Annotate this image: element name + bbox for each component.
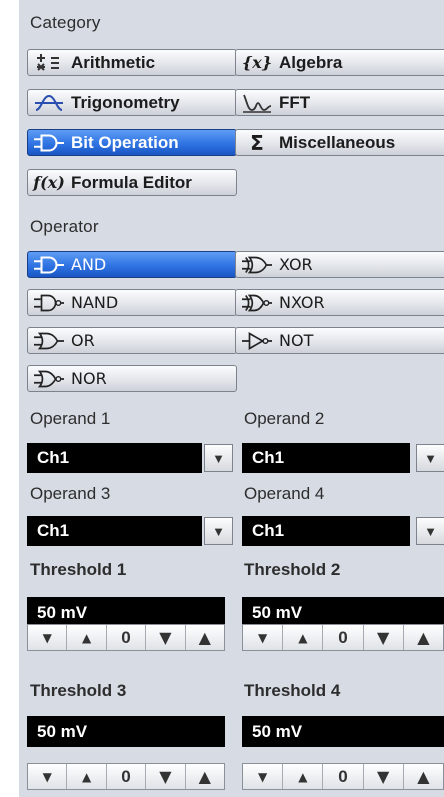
- category-fft-label: FFT: [279, 92, 311, 112]
- coarse-up-button[interactable]: ▲: [186, 625, 224, 650]
- operand-2-dropdown[interactable]: Ch1 ▼: [242, 443, 444, 473]
- not-gate-icon: [242, 330, 272, 352]
- operand-1-label: Operand 1: [30, 409, 111, 428]
- step-up-button[interactable]: ▲: [283, 625, 324, 650]
- step-down-button[interactable]: ▼: [243, 625, 284, 650]
- category-formula-editor-button[interactable]: f(x) Formula Editor: [27, 169, 237, 196]
- threshold-3-stepper[interactable]: ▼ ▲ 0 ▼ ▲: [27, 763, 225, 790]
- operand-4-dropdown[interactable]: Ch1 ▼: [242, 516, 444, 546]
- threshold-4-label: Threshold 4: [244, 681, 341, 700]
- coarse-down-button[interactable]: ▼: [146, 764, 186, 789]
- operator-not-label: NOT: [279, 331, 314, 350]
- operator-or-label: OR: [71, 331, 95, 350]
- reset-zero-button[interactable]: 0: [107, 764, 147, 789]
- operand-4-label: Operand 4: [244, 484, 325, 503]
- category-algebra-button[interactable]: {x} Algebra: [235, 49, 444, 76]
- category-arithmetic-label: Arithmetic: [71, 52, 156, 72]
- operator-label: Operator: [30, 217, 99, 236]
- operand-1-value: Ch1: [27, 443, 202, 473]
- fx-braces-icon: {x}: [241, 53, 273, 72]
- logic-gate-icon: [34, 132, 64, 154]
- threshold-2-label: Threshold 2: [244, 560, 341, 579]
- operator-nxor-button[interactable]: NXOR: [235, 289, 444, 316]
- threshold-3-value[interactable]: 50 mV: [27, 716, 225, 747]
- step-down-button[interactable]: ▼: [28, 625, 68, 650]
- operator-nand-label: NAND: [71, 293, 119, 312]
- step-down-button[interactable]: ▼: [28, 764, 68, 789]
- nor-gate-icon: [34, 368, 64, 390]
- and-gate-icon: [34, 254, 64, 276]
- step-up-button[interactable]: ▲: [67, 764, 107, 789]
- category-miscellaneous-label: Miscellaneous: [279, 132, 396, 152]
- category-label: Category: [30, 13, 101, 32]
- category-formula-editor-label: Formula Editor: [71, 172, 192, 192]
- operand-2-label: Operand 2: [244, 409, 325, 428]
- nand-gate-icon: [34, 292, 64, 314]
- operator-or-button[interactable]: OR: [27, 327, 237, 354]
- category-trigonometry-button[interactable]: Trigonometry: [27, 89, 237, 116]
- operator-and-button[interactable]: AND: [27, 251, 237, 278]
- operand-3-dropdown[interactable]: Ch1 ▼: [27, 516, 233, 546]
- threshold-1-stepper[interactable]: ▼ ▲ 0 ▼ ▲: [27, 624, 225, 651]
- reset-zero-button[interactable]: 0: [107, 625, 147, 650]
- threshold-3-label: Threshold 3: [30, 681, 127, 700]
- xor-gate-icon: [242, 254, 272, 276]
- threshold-1-label: Threshold 1: [30, 560, 127, 579]
- fft-spectrum-icon: [242, 92, 272, 114]
- plus-minus-icon: [34, 52, 64, 74]
- step-up-button[interactable]: ▲: [283, 764, 324, 789]
- coarse-up-button[interactable]: ▲: [186, 764, 224, 789]
- operator-not-button[interactable]: NOT: [235, 327, 444, 354]
- operator-xor-label: XOR: [279, 255, 313, 274]
- sine-wave-icon: [34, 92, 64, 114]
- nxor-gate-icon: [242, 292, 272, 314]
- step-up-button[interactable]: ▲: [67, 625, 107, 650]
- threshold-4-value[interactable]: 50 mV: [242, 716, 444, 747]
- coarse-down-button[interactable]: ▼: [146, 625, 186, 650]
- function-icon: f(x): [33, 173, 65, 192]
- coarse-down-button[interactable]: ▼: [364, 625, 404, 650]
- category-arithmetic-button[interactable]: Arithmetic: [27, 49, 237, 76]
- function-setup-panel: Category Arithmetic {x} Algebra Trigonom…: [19, 0, 444, 797]
- category-bit-operation-label: Bit Operation: [71, 132, 179, 152]
- or-gate-icon: [34, 330, 64, 352]
- chevron-down-icon[interactable]: ▼: [204, 517, 233, 545]
- coarse-down-button[interactable]: ▼: [364, 764, 404, 789]
- reset-zero-button[interactable]: 0: [323, 764, 364, 789]
- operator-nor-button[interactable]: NOR: [27, 365, 237, 392]
- operand-3-value: Ch1: [27, 516, 202, 546]
- coarse-up-button[interactable]: ▲: [404, 625, 443, 650]
- category-bit-operation-button[interactable]: Bit Operation: [27, 129, 237, 156]
- chevron-down-icon[interactable]: ▼: [416, 444, 444, 472]
- operand-2-value: Ch1: [242, 443, 410, 473]
- chevron-down-icon[interactable]: ▼: [416, 517, 444, 545]
- operand-4-value: Ch1: [242, 516, 410, 546]
- category-algebra-label: Algebra: [279, 52, 343, 72]
- operator-xor-button[interactable]: XOR: [235, 251, 444, 278]
- coarse-up-button[interactable]: ▲: [404, 764, 443, 789]
- operator-nxor-label: NXOR: [279, 293, 325, 312]
- operator-and-label: AND: [71, 255, 107, 274]
- operand-3-label: Operand 3: [30, 484, 111, 503]
- category-trigonometry-label: Trigonometry: [71, 92, 180, 112]
- category-miscellaneous-button[interactable]: Σ Miscellaneous: [235, 129, 444, 156]
- sigma-icon: Σ: [250, 130, 264, 155]
- operand-1-dropdown[interactable]: Ch1 ▼: [27, 443, 233, 473]
- category-fft-button[interactable]: FFT: [235, 89, 444, 116]
- step-down-button[interactable]: ▼: [243, 764, 284, 789]
- reset-zero-button[interactable]: 0: [323, 625, 364, 650]
- threshold-4-stepper[interactable]: ▼ ▲ 0 ▼ ▲: [242, 763, 444, 790]
- operator-nand-button[interactable]: NAND: [27, 289, 237, 316]
- threshold-2-stepper[interactable]: ▼ ▲ 0 ▼ ▲: [242, 624, 444, 651]
- chevron-down-icon[interactable]: ▼: [204, 444, 233, 472]
- operator-nor-label: NOR: [71, 369, 107, 388]
